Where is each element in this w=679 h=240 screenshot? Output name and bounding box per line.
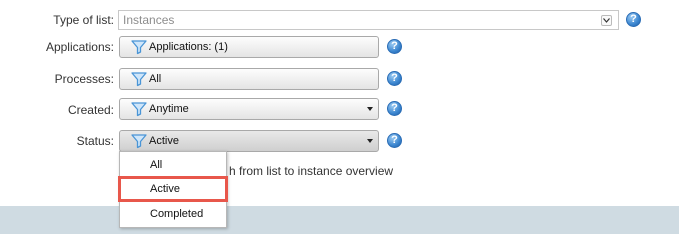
filter-icon (131, 40, 147, 55)
help-icon[interactable]: ? (387, 133, 402, 148)
processes-label: Processes: (54, 72, 114, 86)
status-option-label: Active (150, 183, 180, 195)
filter-icon (131, 134, 147, 149)
type-of-list-value: Instances (123, 13, 175, 27)
filter-icon (131, 72, 147, 87)
status-dropdown-list: All Active Completed (118, 151, 228, 228)
processes-filter-button[interactable]: All (119, 68, 379, 90)
footer-bar (0, 206, 679, 234)
created-value: Anytime (149, 103, 189, 115)
created-select[interactable]: Anytime (119, 98, 379, 120)
status-select[interactable]: Active (119, 130, 379, 152)
show-option-text: h from list to instance overview (229, 164, 394, 178)
created-label: Created: (67, 103, 114, 117)
caret-down-icon (367, 139, 373, 143)
chevron-down-icon[interactable] (601, 15, 612, 26)
processes-value: All (149, 73, 162, 85)
filter-icon (131, 102, 147, 117)
applications-filter-button[interactable]: Applications: (1) (119, 36, 379, 58)
caret-down-icon (367, 107, 373, 111)
status-value: Active (149, 135, 179, 147)
type-of-list-select[interactable]: Instances (118, 10, 619, 30)
help-icon[interactable]: ? (626, 12, 641, 27)
help-icon[interactable]: ? (387, 71, 402, 86)
applications-label: Applications: (45, 40, 114, 54)
help-icon[interactable]: ? (387, 101, 402, 116)
status-option-all[interactable]: All (120, 154, 226, 176)
status-option-completed[interactable]: Completed (120, 203, 226, 225)
status-label: Status: (76, 134, 114, 148)
status-option-label: Completed (150, 208, 204, 220)
applications-value: Applications: (1) (149, 41, 228, 53)
type-of-list-label: Type of list: (53, 13, 114, 27)
status-option-active[interactable]: Active (118, 176, 228, 202)
status-option-label: All (150, 159, 163, 171)
help-icon[interactable]: ? (387, 39, 402, 54)
